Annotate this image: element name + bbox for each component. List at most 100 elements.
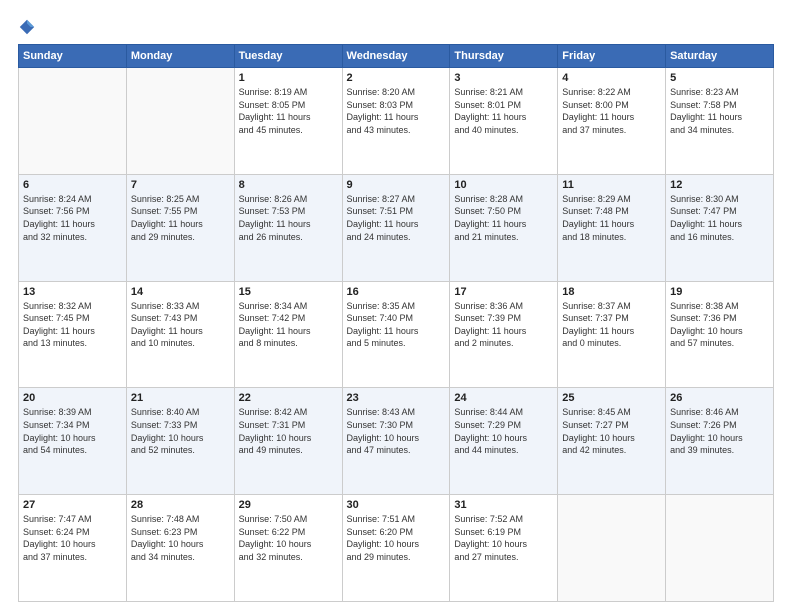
calendar-week-row: 20Sunrise: 8:39 AM Sunset: 7:34 PM Dayli… <box>19 388 774 495</box>
calendar-cell: 13 Sunrise: 8:32 AM Sunset: 7:45 PM Dayli… <box>19 281 127 388</box>
day-number: 13 <box>23 286 122 298</box>
page: SundayMondayTuesdayWednesdayThursdayFrid… <box>0 0 792 612</box>
calendar-cell <box>126 68 234 175</box>
day-number: 8 <box>239 179 338 191</box>
day-info: Sunrise: 8:38 AM Sunset: 7:36 PM Dayligh… <box>670 300 769 350</box>
day-number: 1 <box>239 72 338 84</box>
calendar-cell: 21 Sunrise: 8:40 AM Sunset: 7:33 PM Dayli… <box>126 388 234 495</box>
day-info: Sunrise: 8:42 AM Sunset: 7:31 PM Dayligh… <box>239 406 338 456</box>
day-number: 27 <box>23 499 122 511</box>
day-number: 21 <box>131 392 230 404</box>
calendar-cell: 11 Sunrise: 8:29 AM Sunset: 7:48 PM Dayli… <box>558 174 666 281</box>
day-info: Sunrise: 8:44 AM Sunset: 7:29 PM Dayligh… <box>454 406 553 456</box>
calendar-week-row: 1 Sunrise: 8:19 AM Sunset: 8:05 PM Daylig… <box>19 68 774 175</box>
calendar-cell: 30 Sunrise: 7:51 AM Sunset: 6:20 PM Dayli… <box>342 495 450 602</box>
day-number: 2 <box>347 72 446 84</box>
day-info: Sunrise: 8:32 AM Sunset: 7:45 PM Dayligh… <box>23 300 122 350</box>
weekday-header: Sunday <box>19 45 127 68</box>
calendar-cell: 5 Sunrise: 8:23 AM Sunset: 7:58 PM Daylig… <box>666 68 774 175</box>
day-info: Sunrise: 8:26 AM Sunset: 7:53 PM Dayligh… <box>239 193 338 243</box>
day-info: Sunrise: 8:36 AM Sunset: 7:39 PM Dayligh… <box>454 300 553 350</box>
calendar-week-row: 6 Sunrise: 8:24 AM Sunset: 7:56 PM Daylig… <box>19 174 774 281</box>
day-info: Sunrise: 8:37 AM Sunset: 7:37 PM Dayligh… <box>562 300 661 350</box>
day-info: Sunrise: 7:52 AM Sunset: 6:19 PM Dayligh… <box>454 513 553 563</box>
day-number: 4 <box>562 72 661 84</box>
day-info: Sunrise: 8:45 AM Sunset: 7:27 PM Dayligh… <box>562 406 661 456</box>
day-info: Sunrise: 8:46 AM Sunset: 7:26 PM Dayligh… <box>670 406 769 456</box>
day-info: Sunrise: 8:43 AM Sunset: 7:30 PM Dayligh… <box>347 406 446 456</box>
day-number: 10 <box>454 179 553 191</box>
calendar-cell: 18 Sunrise: 8:37 AM Sunset: 7:37 PM Dayli… <box>558 281 666 388</box>
calendar-cell: 19 Sunrise: 8:38 AM Sunset: 7:36 PM Dayli… <box>666 281 774 388</box>
day-number: 6 <box>23 179 122 191</box>
logo-icon <box>18 18 36 36</box>
calendar-cell: 4 Sunrise: 8:22 AM Sunset: 8:00 PM Daylig… <box>558 68 666 175</box>
day-info: Sunrise: 8:19 AM Sunset: 8:05 PM Dayligh… <box>239 86 338 136</box>
day-info: Sunrise: 8:35 AM Sunset: 7:40 PM Dayligh… <box>347 300 446 350</box>
day-number: 29 <box>239 499 338 511</box>
day-number: 20 <box>23 392 122 404</box>
calendar-cell: 23 Sunrise: 8:43 AM Sunset: 7:30 PM Dayli… <box>342 388 450 495</box>
day-number: 23 <box>347 392 446 404</box>
calendar-cell: 20Sunrise: 8:39 AM Sunset: 7:34 PM Dayli… <box>19 388 127 495</box>
header <box>18 18 774 36</box>
day-number: 22 <box>239 392 338 404</box>
calendar-cell: 9Sunrise: 8:27 AM Sunset: 7:51 PM Daylig… <box>342 174 450 281</box>
calendar-cell: 3 Sunrise: 8:21 AM Sunset: 8:01 PM Daylig… <box>450 68 558 175</box>
calendar-cell: 29 Sunrise: 7:50 AM Sunset: 6:22 PM Dayli… <box>234 495 342 602</box>
day-info: Sunrise: 7:51 AM Sunset: 6:20 PM Dayligh… <box>347 513 446 563</box>
calendar-cell <box>558 495 666 602</box>
day-info: Sunrise: 7:47 AM Sunset: 6:24 PM Dayligh… <box>23 513 122 563</box>
calendar-cell: 14 Sunrise: 8:33 AM Sunset: 7:43 PM Dayli… <box>126 281 234 388</box>
day-info: Sunrise: 8:24 AM Sunset: 7:56 PM Dayligh… <box>23 193 122 243</box>
day-number: 24 <box>454 392 553 404</box>
calendar-cell: 28 Sunrise: 7:48 AM Sunset: 6:23 PM Dayli… <box>126 495 234 602</box>
day-number: 16 <box>347 286 446 298</box>
calendar-cell: 22 Sunrise: 8:42 AM Sunset: 7:31 PM Dayli… <box>234 388 342 495</box>
weekday-header: Wednesday <box>342 45 450 68</box>
calendar-cell: 10Sunrise: 8:28 AM Sunset: 7:50 PM Dayli… <box>450 174 558 281</box>
calendar-cell: 12 Sunrise: 8:30 AM Sunset: 7:47 PM Dayli… <box>666 174 774 281</box>
day-number: 5 <box>670 72 769 84</box>
day-info: Sunrise: 8:22 AM Sunset: 8:00 PM Dayligh… <box>562 86 661 136</box>
day-info: Sunrise: 8:33 AM Sunset: 7:43 PM Dayligh… <box>131 300 230 350</box>
day-info: Sunrise: 7:48 AM Sunset: 6:23 PM Dayligh… <box>131 513 230 563</box>
calendar-cell: 1 Sunrise: 8:19 AM Sunset: 8:05 PM Daylig… <box>234 68 342 175</box>
day-info: Sunrise: 8:34 AM Sunset: 7:42 PM Dayligh… <box>239 300 338 350</box>
calendar: SundayMondayTuesdayWednesdayThursdayFrid… <box>18 44 774 602</box>
day-info: Sunrise: 8:23 AM Sunset: 7:58 PM Dayligh… <box>670 86 769 136</box>
calendar-cell: 26Sunrise: 8:46 AM Sunset: 7:26 PM Dayli… <box>666 388 774 495</box>
calendar-cell: 6 Sunrise: 8:24 AM Sunset: 7:56 PM Daylig… <box>19 174 127 281</box>
calendar-week-row: 13 Sunrise: 8:32 AM Sunset: 7:45 PM Dayli… <box>19 281 774 388</box>
logo <box>18 18 40 36</box>
day-number: 25 <box>562 392 661 404</box>
day-number: 3 <box>454 72 553 84</box>
day-number: 11 <box>562 179 661 191</box>
calendar-cell: 17 Sunrise: 8:36 AM Sunset: 7:39 PM Dayli… <box>450 281 558 388</box>
day-info: Sunrise: 8:29 AM Sunset: 7:48 PM Dayligh… <box>562 193 661 243</box>
day-number: 9 <box>347 179 446 191</box>
day-info: Sunrise: 8:25 AM Sunset: 7:55 PM Dayligh… <box>131 193 230 243</box>
weekday-row: SundayMondayTuesdayWednesdayThursdayFrid… <box>19 45 774 68</box>
day-info: Sunrise: 8:30 AM Sunset: 7:47 PM Dayligh… <box>670 193 769 243</box>
day-number: 31 <box>454 499 553 511</box>
day-number: 7 <box>131 179 230 191</box>
calendar-cell: 27 Sunrise: 7:47 AM Sunset: 6:24 PM Dayli… <box>19 495 127 602</box>
calendar-header: SundayMondayTuesdayWednesdayThursdayFrid… <box>19 45 774 68</box>
day-number: 17 <box>454 286 553 298</box>
calendar-cell: 7 Sunrise: 8:25 AM Sunset: 7:55 PM Daylig… <box>126 174 234 281</box>
calendar-body: 1 Sunrise: 8:19 AM Sunset: 8:05 PM Daylig… <box>19 68 774 602</box>
calendar-cell: 2Sunrise: 8:20 AM Sunset: 8:03 PM Daylig… <box>342 68 450 175</box>
day-number: 28 <box>131 499 230 511</box>
day-info: Sunrise: 8:40 AM Sunset: 7:33 PM Dayligh… <box>131 406 230 456</box>
calendar-cell <box>19 68 127 175</box>
day-number: 18 <box>562 286 661 298</box>
day-number: 30 <box>347 499 446 511</box>
day-info: Sunrise: 7:50 AM Sunset: 6:22 PM Dayligh… <box>239 513 338 563</box>
day-number: 12 <box>670 179 769 191</box>
day-info: Sunrise: 8:21 AM Sunset: 8:01 PM Dayligh… <box>454 86 553 136</box>
day-number: 19 <box>670 286 769 298</box>
calendar-cell: 15Sunrise: 8:34 AM Sunset: 7:42 PM Dayli… <box>234 281 342 388</box>
day-number: 14 <box>131 286 230 298</box>
calendar-cell: 8 Sunrise: 8:26 AM Sunset: 7:53 PM Daylig… <box>234 174 342 281</box>
